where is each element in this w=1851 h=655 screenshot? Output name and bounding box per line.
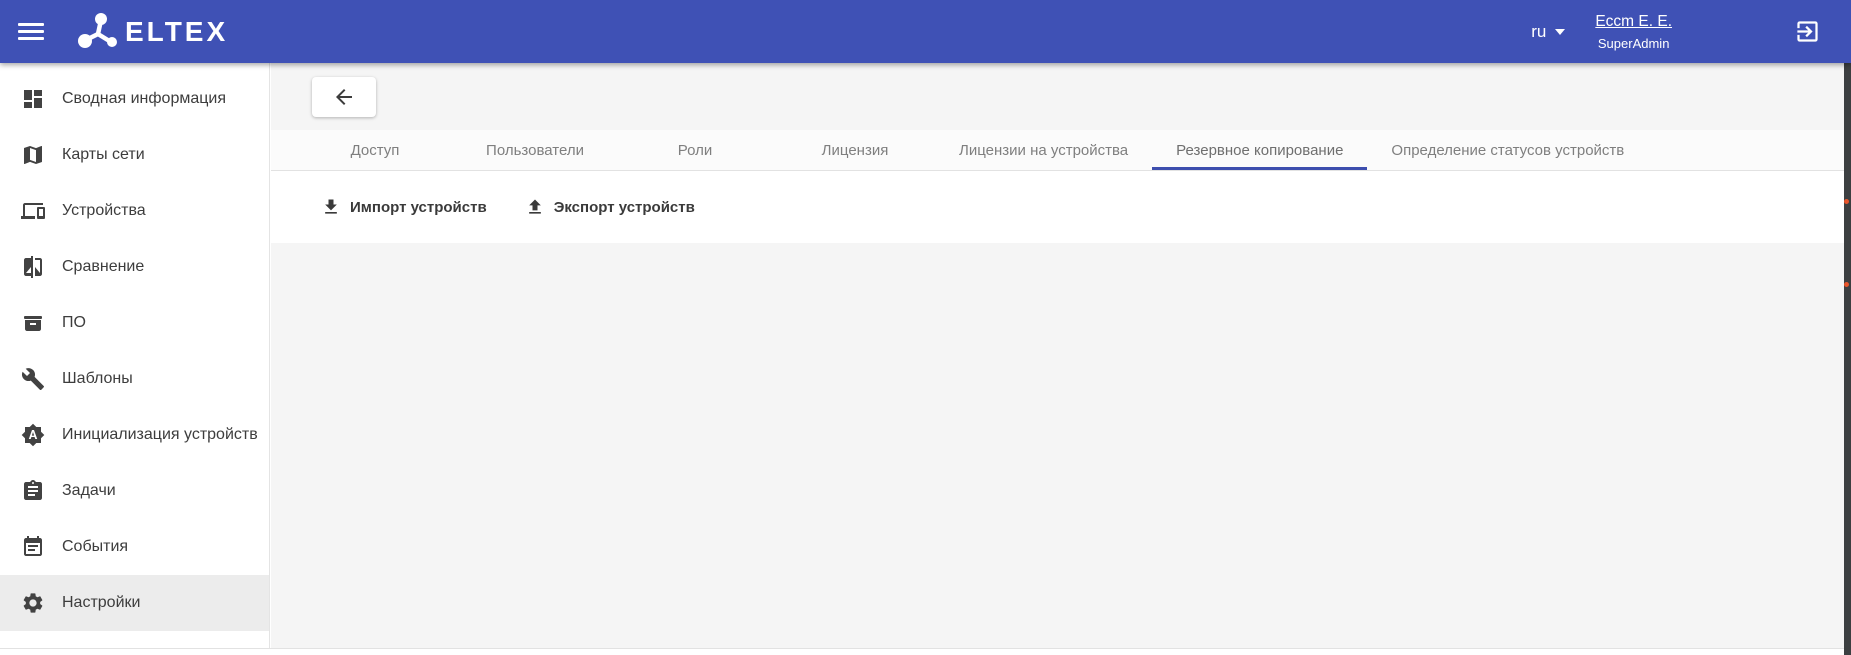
sidebar-item-label: Сравнение: [62, 258, 145, 275]
dashboard-icon: [24, 90, 42, 108]
tab-roles[interactable]: Роли: [615, 130, 775, 170]
export-devices-button[interactable]: Экспорт устройств: [525, 197, 695, 217]
scroll-marker: [1844, 199, 1849, 204]
tab-label: Лицензии на устройства: [959, 141, 1129, 159]
tab-access[interactable]: Доступ: [295, 130, 455, 170]
user-block: Eccm E. E. SuperAdmin: [1595, 13, 1672, 51]
logo-text: ELTEX: [125, 15, 229, 47]
wrench-icon: [21, 368, 44, 390]
settings-gear-icon: [23, 593, 43, 613]
main-area: Доступ Пользователи Роли Лицензия Лиценз…: [271, 63, 1844, 655]
firmware-archive-icon: [24, 316, 42, 331]
tab-backup[interactable]: Резервное копирование: [1152, 130, 1368, 170]
scroll-marker: [1844, 282, 1849, 287]
events-calendar-icon: [24, 536, 42, 556]
tab-label: Лицензия: [821, 141, 889, 159]
tab-label: Пользователи: [486, 141, 584, 159]
eltex-molecule-icon: [78, 12, 117, 48]
tasks-clipboard-icon: [24, 480, 42, 500]
tab-label: Роли: [677, 141, 713, 159]
sidebar-item-events[interactable]: События: [0, 519, 269, 575]
backup-toolbar: Импорт устройств Экспорт устройств: [271, 171, 1844, 243]
menu-icon[interactable]: [18, 19, 44, 44]
language-code: ru: [1531, 21, 1547, 41]
sidebar-item-network-maps[interactable]: Карты сети: [0, 127, 269, 183]
sidebar-item-device-init[interactable]: Инициализация устройств: [0, 407, 269, 463]
chevron-down-icon: [1555, 28, 1566, 35]
sidebar-item-settings[interactable]: Настройки: [0, 575, 269, 631]
back-toolbar: [271, 63, 1844, 130]
tab-users[interactable]: Пользователи: [455, 130, 615, 170]
exit-to-app-icon: [1797, 21, 1818, 42]
sidebar-item-firmware[interactable]: ПО: [0, 295, 269, 351]
sidebar-item-label: Карты сети: [62, 146, 145, 163]
download-icon: [325, 199, 337, 214]
sidebar-item-summary[interactable]: Сводная информация: [0, 71, 269, 127]
export-devices-label: Экспорт устройств: [553, 198, 695, 216]
sidebar-item-label: Шаблоны: [62, 370, 133, 387]
sidebar-item-label: События: [62, 538, 129, 555]
sidebar-item-compare[interactable]: Сравнение: [0, 239, 269, 295]
tab-license[interactable]: Лицензия: [775, 130, 935, 170]
logout-button[interactable]: [1794, 18, 1821, 45]
compare-icon: [24, 256, 42, 278]
sidebar-item-label: Сводная информация: [62, 90, 226, 107]
devices-icon: [21, 203, 45, 219]
eccm-app: ELTEX ru Eccm E. E. SuperAdmin Сводная и…: [0, 0, 1851, 655]
import-devices-button[interactable]: Импорт устройств: [321, 197, 487, 217]
sidebar-item-label: Задачи: [62, 482, 116, 499]
back-button[interactable]: [312, 76, 376, 117]
tab-label: Доступ: [350, 141, 400, 159]
tab-device-licenses[interactable]: Лицензии на устройства: [935, 130, 1152, 170]
user-role: SuperAdmin: [1597, 35, 1670, 51]
sidebar-item-label: Инициализация устройств: [62, 426, 258, 443]
tab-device-status[interactable]: Определение статусов устройств: [1367, 130, 1648, 170]
settings-tabbar: Доступ Пользователи Роли Лицензия Лиценз…: [271, 130, 1844, 171]
auto-init-icon: [21, 423, 45, 447]
sidebar-item-devices[interactable]: Устройства: [0, 183, 269, 239]
page-bottom-edge: [0, 648, 1844, 655]
sidebar-item-tasks[interactable]: Задачи: [0, 463, 269, 519]
backup-content-empty: [271, 244, 1844, 655]
tab-label: Резервное копирование: [1176, 141, 1344, 159]
sidebar-nav: Сводная информация Карты сети Устройства…: [0, 63, 270, 655]
upload-icon: [528, 199, 541, 214]
sidebar-item-label: Устройства: [62, 202, 146, 219]
map-icon: [24, 146, 42, 164]
import-devices-label: Импорт устройств: [350, 198, 487, 216]
sidebar-item-label: ПО: [62, 314, 86, 331]
sidebar-item-label: Настройки: [62, 594, 141, 611]
user-name-link[interactable]: Eccm E. E.: [1595, 13, 1672, 31]
tab-label: Определение статусов устройств: [1391, 141, 1625, 159]
sidebar-item-templates[interactable]: Шаблоны: [0, 351, 269, 407]
eltex-logo: ELTEX: [78, 12, 228, 52]
app-header: ELTEX ru Eccm E. E. SuperAdmin: [0, 0, 1851, 63]
arrow-left-icon: [336, 88, 352, 105]
overview-scrollbar[interactable]: [1844, 63, 1851, 655]
header-right: ru Eccm E. E. SuperAdmin: [1531, 13, 1851, 51]
language-selector[interactable]: ru: [1531, 21, 1566, 42]
